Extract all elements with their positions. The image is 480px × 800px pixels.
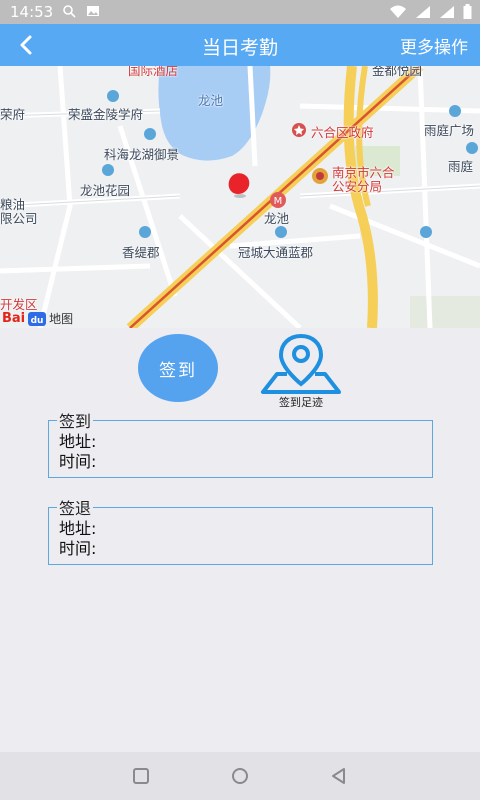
signal-icon-2 xyxy=(440,5,454,18)
baidu-logo-text: Bai xyxy=(2,311,26,326)
map-label: 龙池 xyxy=(264,211,290,226)
status-time: 14:53 xyxy=(10,3,54,21)
sign-in-footprint-button[interactable]: 签到足迹 xyxy=(259,332,343,410)
status-bar: 14:53 xyxy=(0,0,480,24)
status-right-icons xyxy=(389,4,472,19)
more-actions-button[interactable]: 更多操作 xyxy=(400,33,468,58)
search-notification-icon xyxy=(63,5,76,18)
map-label: 荣盛金陵学府 xyxy=(68,107,144,122)
svg-text:M: M xyxy=(274,196,283,207)
sign-in-record: 签到 地址: 时间: xyxy=(48,408,433,478)
notification-icons xyxy=(62,4,100,18)
map-label: 限公司 xyxy=(0,211,38,226)
sign-out-record: 签退 地址: 时间: xyxy=(48,495,433,565)
battery-icon xyxy=(463,4,472,19)
baidu-paw-icon: du xyxy=(28,311,47,326)
map-label: 科海龙湖御景 xyxy=(104,147,180,162)
triangle-back-nav-icon[interactable] xyxy=(329,766,349,786)
map-label: 龙池花园 xyxy=(80,183,131,198)
circle-nav-icon[interactable] xyxy=(230,766,250,786)
system-nav-bar xyxy=(0,752,480,800)
baidu-logo-text-2: 地图 xyxy=(49,312,74,326)
image-notification-icon xyxy=(87,6,99,16)
map-label: 龙池 xyxy=(198,93,224,108)
title-bar: 当日考勤 更多操作 xyxy=(0,24,480,66)
map-label: 冠城大通蓝郡 xyxy=(238,245,314,260)
map-label: 香缇郡 xyxy=(122,245,160,260)
map-label: 雨庭广场 xyxy=(424,123,475,138)
map-label: 公安分局 xyxy=(332,179,383,194)
map-label: 金都悦园 xyxy=(372,66,423,78)
location-pin-icon xyxy=(261,333,341,394)
wifi-icon xyxy=(390,5,406,18)
square-nav-icon[interactable] xyxy=(131,766,151,786)
map-label: 荣府 xyxy=(0,107,26,122)
sign-out-time: 时间: xyxy=(59,539,97,558)
sign-out-record-title: 签退 xyxy=(59,499,92,518)
sign-in-record-title: 签到 xyxy=(59,412,92,431)
sign-out-address: 地址: xyxy=(59,519,97,538)
map-label: 雨庭 xyxy=(448,159,474,174)
svg-text:du: du xyxy=(31,316,44,326)
sign-in-time: 时间: xyxy=(59,452,97,471)
signal-icon xyxy=(416,5,430,18)
map-label: 六合区政府 xyxy=(311,125,374,140)
map-view[interactable]: M 国际酒店 金都悦园 荣府 荣盛金陵学府 龙池 六合区政府 雨庭广场 雨庭 科… xyxy=(0,66,480,328)
sign-in-button[interactable]: 签到 xyxy=(138,334,218,402)
baidu-map-logo: Bai du 地图 xyxy=(2,310,73,327)
sign-in-address: 地址: xyxy=(59,432,97,451)
map-label: 国际酒店 xyxy=(128,66,179,78)
